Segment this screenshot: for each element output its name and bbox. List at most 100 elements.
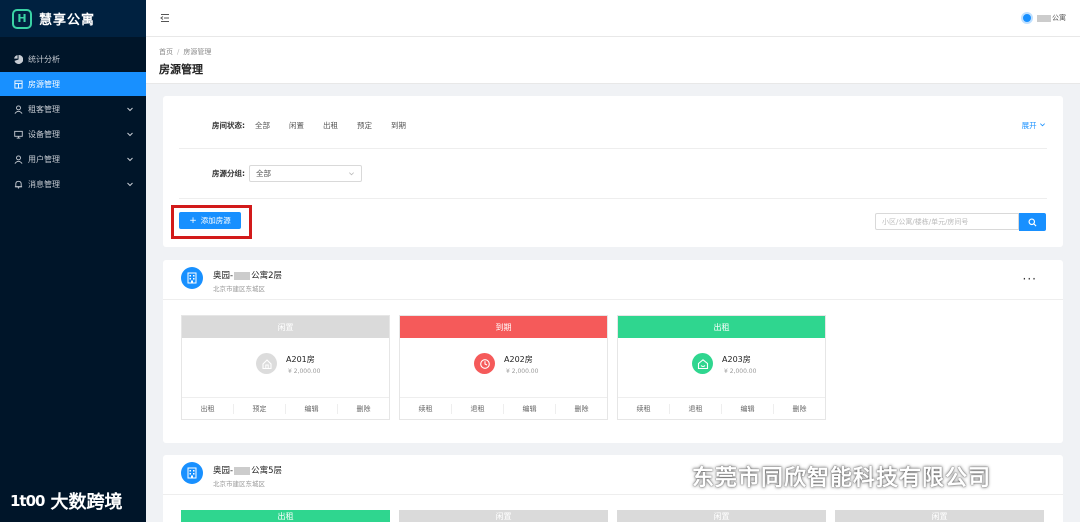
search-button[interactable] [1019,213,1046,231]
room-name: A202房 [504,355,533,364]
user-icon [14,104,23,114]
renew-button[interactable]: 续租 [618,404,670,414]
delete-button[interactable]: 删除 [338,404,389,414]
status-option-reserved[interactable]: 预定 [357,120,372,131]
room-list: 闲置 A201房 ¥ 2,000.00 出租 预定 编辑 删除 到期 A202房… [181,315,835,420]
renew-button[interactable]: 续租 [400,404,452,414]
status-filter-label: 房间状态: [212,121,245,130]
breadcrumb-home[interactable]: 首页 [159,48,173,56]
sidebar-item-label: 消息管理 [28,179,60,189]
sidebar-item-listings[interactable]: 房源管理 [0,72,146,96]
group-select[interactable]: 全部 [249,165,362,182]
plus-icon: + [189,215,197,226]
building-icon [14,79,23,89]
building-card: 奥园- 公寓2层 北京市建区东城区 ··· 闲置 A201房 ¥ 2,000.00… [163,260,1063,443]
divider [179,198,1047,199]
page-header: 首页 / 房源管理 房源管理 [146,37,1080,84]
sidebar-item-statistics[interactable]: 统计分析 [0,47,146,71]
room-status: 闲置 [495,512,512,521]
watermark-mark: 1t00 [10,492,45,510]
monitor-icon [14,130,23,139]
sidebar-item-tenants[interactable]: 租客管理 [0,97,146,121]
building-icon [181,267,203,289]
more-icon[interactable]: ··· [1023,272,1037,286]
breadcrumb: 首页 / 房源管理 [159,47,1080,57]
pie-chart-icon [14,54,23,64]
building-icon [181,462,203,484]
chevron-down-icon [349,172,354,176]
room-price: ¥ 2,000.00 [506,368,539,375]
edit-button[interactable]: 编辑 [286,404,338,414]
room-status: 出租 [277,512,294,521]
chevron-down-icon [127,132,133,137]
room-card[interactable]: 闲置 [399,510,608,522]
edit-button[interactable]: 编辑 [722,404,774,414]
edit-button[interactable]: 编辑 [504,404,556,414]
room-body: A203房 ¥ 2,000.00 [618,338,825,398]
user-icon [14,154,23,164]
brand[interactable]: H 慧享公寓 [0,0,146,37]
room-status: 出租 [618,316,825,338]
status-filter-row: 房间状态: 全部 闲置 出租 预定 到期 [212,120,425,131]
delete-button[interactable]: 删除 [774,404,825,414]
breadcrumb-current: 房源管理 [183,48,212,56]
room-card[interactable]: 闲置 [617,510,826,522]
sidebar-item-users[interactable]: 用户管理 [0,147,146,171]
company-watermark: 东莞市同欣智能科技有限公司 [650,460,991,492]
divider [179,148,1047,149]
room-card[interactable]: 出租 A203房 ¥ 2,000.00 续租 退租 编辑 删除 [617,315,826,420]
sidebar-item-devices[interactable]: 设备管理 [0,122,146,146]
reserve-button[interactable]: 预定 [234,404,286,414]
building-address: 北京市建区东城区 [213,285,265,293]
room-status: 闲置 [931,512,948,521]
sidebar: H 慧享公寓 统计分析 房源管理 租客管理 设备管理 用户管理 消息管理 1t0… [0,0,146,522]
room-name: A203房 [722,355,751,364]
sidebar-item-label: 房源管理 [28,79,60,89]
rent-button[interactable]: 出租 [182,404,234,414]
room-status: 到期 [400,316,607,338]
group-filter-row: 房源分组: 全部 [212,165,362,182]
status-option-idle[interactable]: 闲置 [289,120,304,131]
building-name: 奥园- 公寓2层 [213,271,282,281]
search-icon [1028,217,1037,227]
watermark-company: 东莞市同欣智能科技有限公司 [692,466,992,491]
user-menu[interactable]: 公寓 [1021,12,1066,24]
menu-fold-icon[interactable] [160,13,170,23]
room-body: A202房 ¥ 2,000.00 [400,338,607,398]
filter-panel: 房间状态: 全部 闲置 出租 预定 到期 展开 房源分组: 全部 + 添加房源 … [163,96,1063,247]
sidebar-item-label: 统计分析 [28,54,60,64]
avatar [1021,12,1033,24]
room-actions: 续租 退租 编辑 删除 [618,398,825,420]
breadcrumb-separator: / [177,48,180,56]
sidebar-item-messages[interactable]: 消息管理 [0,172,146,196]
brand-name: 慧享公寓 [39,13,96,28]
room-price: ¥ 2,000.00 [724,368,757,375]
sidebar-item-label: 租客管理 [28,104,60,114]
room-card[interactable]: 出租 [181,510,390,522]
brand-logo-icon: H [12,8,32,29]
chevron-down-icon [127,182,133,187]
bell-icon [14,180,23,189]
delete-button[interactable]: 删除 [556,404,607,414]
sidebar-item-label: 设备管理 [28,129,60,139]
room-card[interactable]: 到期 A202房 ¥ 2,000.00 续租 退租 编辑 删除 [399,315,608,420]
redacted-text [234,271,251,280]
expand-toggle[interactable]: 展开 [1022,120,1046,131]
watermark-text: 大数跨境 [50,492,123,513]
room-card[interactable]: 闲置 A201房 ¥ 2,000.00 出租 预定 编辑 删除 [181,315,390,420]
status-option-all[interactable]: 全部 [255,120,270,131]
search-placeholder: 小区/公寓/楼栋/单元/房间号 [882,217,969,226]
room-actions: 出租 预定 编辑 删除 [182,398,389,420]
room-body: A201房 ¥ 2,000.00 [182,338,389,398]
status-option-rented[interactable]: 出租 [323,120,338,131]
add-listing-button[interactable]: + 添加房源 [179,212,241,229]
home-icon [692,353,713,374]
room-card[interactable]: 闲置 [835,510,1044,522]
home-icon [256,353,277,374]
top-bar: 公寓 [146,0,1080,37]
checkout-button[interactable]: 退租 [670,404,722,414]
checkout-button[interactable]: 退租 [452,404,504,414]
search-input[interactable]: 小区/公寓/楼栋/单元/房间号 [875,213,1019,230]
chevron-down-icon [127,157,133,162]
status-option-expired[interactable]: 到期 [391,120,406,131]
